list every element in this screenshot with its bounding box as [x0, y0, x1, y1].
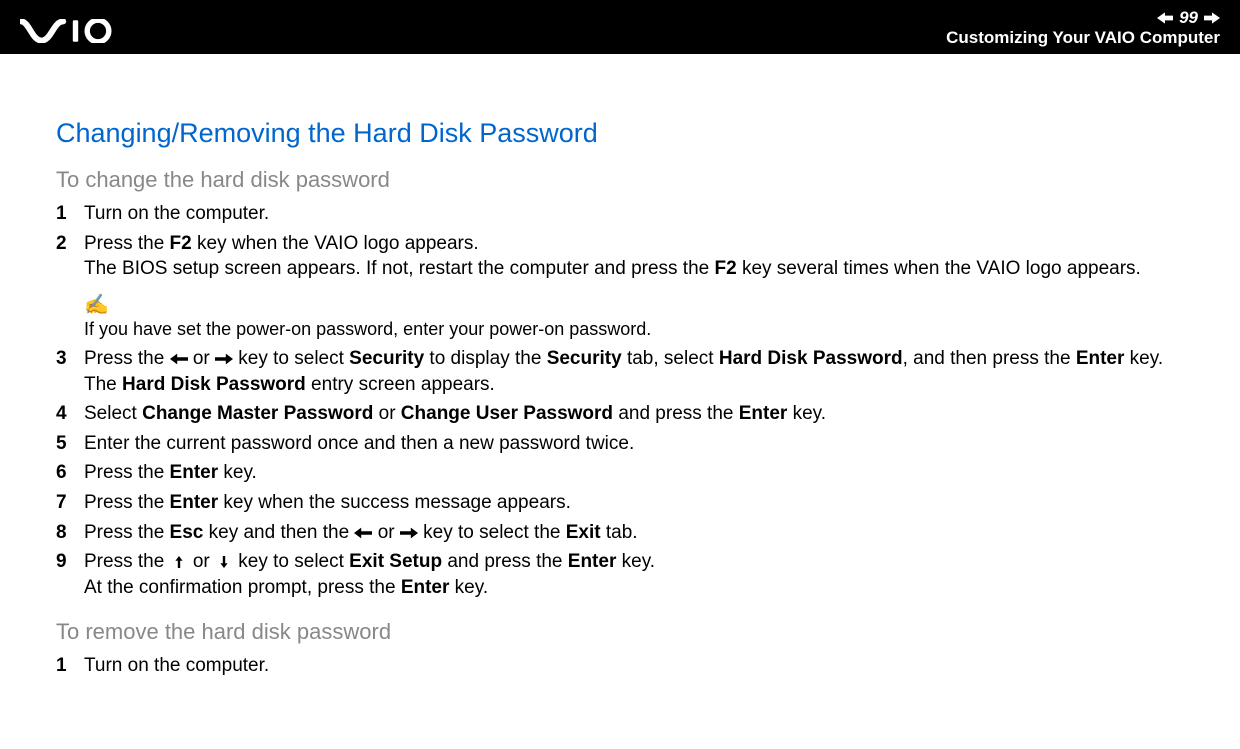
step-body: Press the Enter key when the success mes…	[84, 490, 1184, 516]
arrow-left-icon	[170, 353, 188, 365]
steps-change: 1 Turn on the computer. 2 Press the F2 k…	[56, 201, 1184, 601]
step-number: 8	[56, 520, 84, 546]
step-9: 9 Press the or key to select Exit Setup …	[56, 549, 1184, 600]
step-7: 7 Press the Enter key when the success m…	[56, 490, 1184, 516]
nav-next-icon[interactable]	[1204, 11, 1220, 25]
step-6: 6 Press the Enter key.	[56, 460, 1184, 486]
step-number: 3	[56, 346, 84, 372]
step-number: 7	[56, 490, 84, 516]
page-content: Changing/Removing the Hard Disk Password…	[0, 54, 1240, 678]
brand-logo-area	[20, 19, 140, 48]
step-body: Turn on the computer.	[84, 653, 1184, 679]
step-3: 3 Press the or key to select Security to…	[56, 346, 1184, 397]
nav-prev-icon[interactable]	[1157, 11, 1173, 25]
page-number: 99	[1179, 8, 1198, 28]
step-body: Enter the current password once and then…	[84, 431, 1184, 457]
step-body: Turn on the computer.	[84, 201, 1184, 227]
note-icon: ✍	[84, 292, 1184, 317]
steps-remove: 1 Turn on the computer.	[56, 653, 1184, 679]
arrow-up-icon	[170, 556, 188, 568]
step-number: 1	[56, 653, 84, 679]
note-text: If you have set the power-on password, e…	[84, 319, 1184, 340]
step-body: Press the F2 key when the VAIO logo appe…	[84, 231, 1184, 282]
arrow-down-icon	[215, 556, 233, 568]
subhead-remove: To remove the hard disk password	[56, 619, 1184, 645]
step-body: Select Change Master Password or Change …	[84, 401, 1184, 427]
step-4: 4 Select Change Master Password or Chang…	[56, 401, 1184, 427]
note: ✍ If you have set the power-on password,…	[84, 292, 1184, 340]
step-number: 4	[56, 401, 84, 427]
section-title: Changing/Removing the Hard Disk Password	[56, 118, 1184, 149]
step-number: 6	[56, 460, 84, 486]
step-number: 9	[56, 549, 84, 575]
step-1: 1 Turn on the computer.	[56, 653, 1184, 679]
arrow-right-icon	[215, 353, 233, 365]
step-number: 2	[56, 231, 84, 257]
step-8: 8 Press the Esc key and then the or key …	[56, 520, 1184, 546]
page-header: 99 Customizing Your VAIO Computer	[0, 0, 1240, 54]
step-number: 5	[56, 431, 84, 457]
page-nav: 99	[1157, 8, 1220, 28]
step-body: Press the or key to select Exit Setup an…	[84, 549, 1184, 600]
step-body: Press the Esc key and then the or key to…	[84, 520, 1184, 546]
arrow-right-icon	[400, 527, 418, 539]
arrow-left-icon	[354, 527, 372, 539]
step-body: Press the Enter key.	[84, 460, 1184, 486]
step-body: Press the or key to select Security to d…	[84, 346, 1184, 397]
step-2: 2 Press the F2 key when the VAIO logo ap…	[56, 231, 1184, 282]
header-section-title: Customizing Your VAIO Computer	[946, 28, 1220, 48]
subhead-change: To change the hard disk password	[56, 167, 1184, 193]
step-5: 5 Enter the current password once and th…	[56, 431, 1184, 457]
header-right: 99 Customizing Your VAIO Computer	[946, 8, 1220, 48]
step-1: 1 Turn on the computer.	[56, 201, 1184, 227]
step-number: 1	[56, 201, 84, 227]
vaio-logo	[20, 19, 140, 48]
